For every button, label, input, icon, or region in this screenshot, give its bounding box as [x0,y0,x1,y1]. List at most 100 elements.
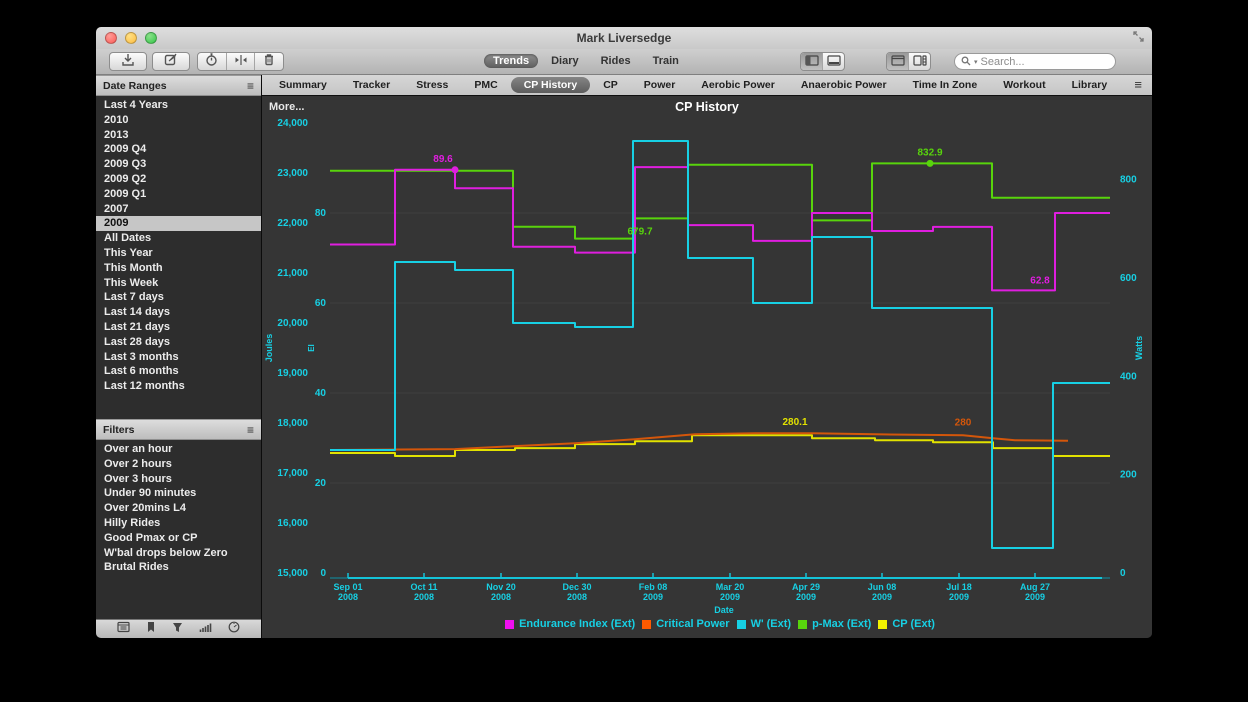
layout-toggles [886,52,931,71]
download-button[interactable] [109,52,147,71]
search-input[interactable]: ▾ Search... [954,53,1116,70]
stopwatch-button[interactable] [198,53,227,70]
sidebar-item-under-90-minutes[interactable]: Under 90 minutes [96,486,261,501]
segment-diary[interactable]: Diary [542,54,588,68]
chart-icon[interactable] [199,620,212,638]
sidebar-item-2013[interactable]: 2013 [96,128,261,143]
tab-cp[interactable]: CP [590,77,631,93]
sidebar-item-2007[interactable]: 2007 [96,202,261,217]
ei-tick-label: 80 [315,208,327,219]
watts-axis-title: Watts [1134,336,1144,360]
tab-library[interactable]: Library [1059,77,1121,93]
value-label: 832.9 [917,147,942,158]
filters-title: Filters [103,424,135,436]
ride-tools-group [197,52,284,71]
x-tick-label: Nov 202008 [486,582,516,602]
trash-button[interactable] [255,53,283,70]
calendar-icon[interactable] [117,620,130,638]
sidebar-item-over-20mins-l4[interactable]: Over 20mins L4 [96,501,261,516]
search-icon [961,53,971,71]
joules-tick-label: 19,000 [277,368,308,379]
sidebar-item-over-2-hours[interactable]: Over 2 hours [96,457,261,472]
sidebar-item-good-pmax-or-cp[interactable]: Good Pmax or CP [96,531,261,546]
tab-cp-history[interactable]: CP History [511,77,591,93]
tab-anaerobic-power[interactable]: Anaerobic Power [788,77,900,93]
sidebar-item-last-28-days[interactable]: Last 28 days [96,335,261,350]
ei-tick-label: 0 [320,568,326,579]
resize-icon[interactable] [1133,31,1144,45]
split-button[interactable] [227,53,256,70]
cp-history-chart: Sep 012008Oct 112008Nov 202008Dec 302008… [262,96,1152,638]
segment-trends[interactable]: Trends [484,54,538,68]
sidebar-item-brutal-rides[interactable]: Brutal Rides [96,560,261,575]
x-axis-title: Date [714,605,734,615]
sidebar-item-last-14-days[interactable]: Last 14 days [96,305,261,320]
filters-menu-icon[interactable]: ≡ [247,423,254,437]
segment-train[interactable]: Train [644,54,688,68]
tab-power[interactable]: Power [631,77,689,93]
x-tick-label: Feb 082009 [639,582,668,602]
tab-tracker[interactable]: Tracker [340,77,403,93]
filter-icon[interactable] [172,620,183,638]
sidebar-item-2009-q4[interactable]: 2009 Q4 [96,142,261,157]
compose-button[interactable] [152,52,190,71]
tab-workout[interactable]: Workout [990,77,1058,93]
legend-swatch [798,620,807,629]
sidebar-item-2010[interactable]: 2010 [96,113,261,128]
legend-item-w-ext: W' (Ext) [737,618,792,630]
watts-tick-label: 400 [1120,371,1137,382]
sidebar-item-2009-q1[interactable]: 2009 Q1 [96,187,261,202]
sidebar-toggle-button[interactable] [801,53,823,70]
tabbar-menu-icon[interactable]: ≡ [1134,77,1142,92]
download-icon [121,53,135,71]
date-ranges-header[interactable]: Date Ranges ≡ [96,75,261,96]
sidebar-item-over-3-hours[interactable]: Over 3 hours [96,472,261,487]
tab-time-in-zone[interactable]: Time In Zone [900,77,991,93]
ei-tick-label: 40 [315,388,327,399]
tiled-view-button[interactable] [909,53,930,70]
gauge-icon[interactable] [228,620,240,638]
x-tick-label: Dec 302008 [562,582,591,602]
bookmark-icon[interactable] [146,620,156,638]
tab-summary[interactable]: Summary [266,77,340,93]
sidebar-item-2009[interactable]: 2009 [96,216,261,231]
chart-tabbar: SummaryTrackerStressPMCCP HistoryCPPower… [262,75,1152,96]
sidebar-item-this-year[interactable]: This Year [96,246,261,261]
date-ranges-title: Date Ranges [103,80,167,92]
sidebar-item-last-12-months[interactable]: Last 12 months [96,379,261,394]
joules-tick-label: 20,000 [277,318,308,329]
sidebar-item-w-bal-drops-below-zero[interactable]: W'bal drops below Zero [96,546,261,561]
watts-tick-label: 600 [1120,273,1137,284]
sidebar-item-last-6-months[interactable]: Last 6 months [96,364,261,379]
joules-tick-label: 18,000 [277,418,308,429]
sidebar-item-last-4-years[interactable]: Last 4 Years [96,98,261,113]
sidebar-item-all-dates[interactable]: All Dates [96,231,261,246]
split-icon [234,53,248,71]
single-view-button[interactable] [887,53,909,70]
filters-header[interactable]: Filters ≡ [96,419,261,440]
sidebar-item-2009-q3[interactable]: 2009 Q3 [96,157,261,172]
sidebar-item-last-7-days[interactable]: Last 7 days [96,290,261,305]
sidebar-item-2009-q2[interactable]: 2009 Q2 [96,172,261,187]
watts-tick-label: 800 [1120,175,1137,186]
view-segmented-control: Trends Diary Rides Train [484,54,688,68]
watts-tick-label: 200 [1120,470,1137,481]
tab-stress[interactable]: Stress [403,77,461,93]
sidebar: Date Ranges ≡ Last 4 Years201020132009 Q… [96,75,262,638]
bottombar-toggle-button[interactable] [823,53,844,70]
search-scope-chevron-icon[interactable]: ▾ [974,58,978,66]
sidebar-item-this-month[interactable]: This Month [96,261,261,276]
tab-aerobic-power[interactable]: Aerobic Power [688,77,788,93]
segment-rides[interactable]: Rides [592,54,640,68]
sidebar-item-over-an-hour[interactable]: Over an hour [96,442,261,457]
tiled-view-icon [913,53,927,71]
date-ranges-menu-icon[interactable]: ≡ [247,79,254,93]
legend-swatch [878,620,887,629]
sidebar-item-hilly-rides[interactable]: Hilly Rides [96,516,261,531]
sidebar-item-last-21-days[interactable]: Last 21 days [96,320,261,335]
sidebar-item-last-3-months[interactable]: Last 3 months [96,350,261,365]
legend-swatch [642,620,651,629]
tab-pmc[interactable]: PMC [461,77,510,93]
sidebar-item-this-week[interactable]: This Week [96,276,261,291]
x-tick-label: Apr 292009 [792,582,820,602]
